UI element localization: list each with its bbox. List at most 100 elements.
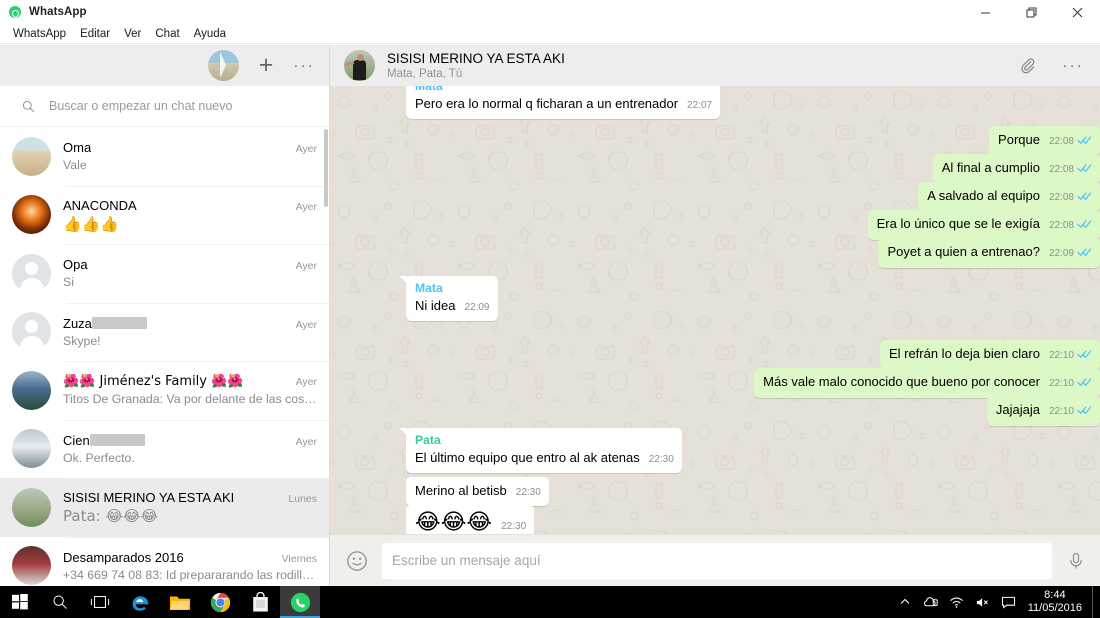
message-text: Al final a cumplio — [941, 160, 1040, 175]
minimize-button[interactable] — [962, 0, 1008, 24]
chat-list-scrollbar[interactable] — [324, 129, 328, 207]
outgoing-message-bubble[interactable]: A salvado al equipo 22:08 — [918, 182, 1100, 212]
message-meta: 22:09 — [464, 299, 489, 316]
menu-item-editar[interactable]: Editar — [73, 26, 117, 42]
profile-avatar[interactable] — [207, 50, 239, 81]
chat-item-time: Ayer — [295, 200, 317, 213]
message-list: Mata Pero era lo normal q ficharan a un e… — [330, 86, 1100, 534]
chat-list-item[interactable]: Opa Ayer Si — [0, 244, 329, 303]
read-receipt-double-check-icon — [1077, 218, 1092, 235]
menu-item-ver[interactable]: Ver — [117, 26, 148, 42]
message-timestamp: 22:10 — [1048, 350, 1074, 361]
message-meta: 22:30 — [649, 451, 674, 468]
message-timestamp: 22:09 — [464, 302, 490, 313]
chat-list-item[interactable]: Oma Ayer Vale — [0, 127, 329, 186]
chevron-up-icon[interactable] — [892, 586, 918, 618]
microphone-icon[interactable] — [1066, 551, 1086, 571]
message-input-wrapper[interactable] — [382, 542, 1052, 579]
chat-list-item[interactable]: Desamparados 2016 Viernes +34 669 74 08 83… — [0, 536, 329, 587]
app-body: + ··· Oma Ayer Vale ANACONDA Ayer 👍👍👍 Opa Ayer S… — [0, 45, 1100, 586]
chat-item-preview: Titos De Granada: Va por delante de las … — [63, 392, 317, 407]
conversation-menu-button[interactable]: ··· — [1062, 57, 1084, 74]
outgoing-message-bubble[interactable]: El refrán lo deja bien claro 22:10 — [879, 340, 1100, 370]
avatar — [12, 253, 51, 293]
outgoing-message-bubble[interactable]: Al final a cumplio 22:08 — [932, 154, 1100, 184]
avatar — [12, 429, 51, 469]
incoming-message-bubble[interactable]: Merino al betisb 22:30 — [406, 477, 549, 506]
incoming-message-bubble[interactable]: 😂😂😂 22:30 — [406, 505, 535, 534]
smiley-icon[interactable] — [346, 550, 368, 572]
menu-item-whatsapp[interactable]: WhatsApp — [6, 26, 73, 42]
message-timestamp: 22:08 — [1048, 136, 1074, 147]
file-explorer-icon[interactable] — [160, 586, 200, 618]
show-desktop-button[interactable] — [1092, 586, 1098, 618]
store-icon[interactable] — [240, 586, 280, 618]
outgoing-message-bubble[interactable]: Más vale malo conocido que bueno por con… — [754, 368, 1100, 398]
window-title: WhatsApp — [29, 6, 87, 18]
paperclip-icon[interactable] — [1019, 57, 1036, 74]
taskbar-clock[interactable]: 8:44 11/05/2016 — [1022, 589, 1092, 615]
message-meta: 22:09 — [1049, 245, 1092, 263]
search-bar — [0, 86, 329, 127]
message-area[interactable]: Mata Pero era lo normal q ficharan a un e… — [330, 86, 1100, 534]
start-icon[interactable] — [0, 586, 40, 618]
incoming-message-bubble[interactable]: Mata Pero era lo normal q ficharan a un e… — [406, 86, 721, 119]
outgoing-message-bubble[interactable]: Porque 22:08 — [989, 126, 1100, 156]
chat-item-name: Cien — [63, 433, 145, 448]
chrome-icon[interactable] — [200, 586, 240, 618]
message-meta: 22:10 — [1049, 403, 1092, 421]
whatsapp-icon[interactable] — [280, 586, 320, 618]
search-input[interactable] — [49, 99, 307, 113]
edge-icon[interactable] — [120, 586, 160, 618]
message-timestamp: 22:08 — [1048, 220, 1074, 231]
chat-item-name: Oma — [63, 140, 92, 156]
system-tray: 8:44 11/05/2016 — [892, 586, 1100, 618]
sidebar-menu-button[interactable]: ··· — [293, 57, 315, 74]
onedrive-icon[interactable] — [918, 586, 944, 618]
conversation-header: SISISI MERINO YA ESTA AKI Mata, Pata, Tú… — [330, 45, 1100, 86]
message-text: El último equipo que entro al ak atenas — [415, 450, 640, 465]
menu-item-ayuda[interactable]: Ayuda — [187, 26, 233, 42]
incoming-message-bubble[interactable]: Pata El último equipo que entro al ak ate… — [399, 428, 682, 473]
message-text: 😂😂😂 — [415, 510, 493, 534]
read-receipt-double-check-icon — [1077, 376, 1092, 393]
message-sender-name: Pata — [415, 433, 441, 447]
taskbar-search-icon[interactable] — [40, 586, 80, 618]
message-input[interactable] — [392, 553, 1042, 568]
message-text: Más vale malo conocido que bueno por con… — [763, 374, 1040, 389]
chat-list-item[interactable]: Cien Ayer Ok. Perfecto. — [0, 419, 329, 479]
chat-list[interactable]: Oma Ayer Vale ANACONDA Ayer 👍👍👍 Opa Ayer Si Zuza A… — [0, 127, 329, 586]
conversation-title: SISISI MERINO YA ESTA AKI — [387, 51, 565, 66]
conversation-participants: Mata, Pata, Tú — [387, 68, 463, 80]
chat-list-item[interactable]: 🌺🌺 Jiménez's Family 🌺🌺 Ayer Titos De Grana… — [0, 361, 329, 420]
wifi-icon[interactable] — [944, 586, 970, 618]
windows-taskbar: 8:44 11/05/2016 — [0, 586, 1100, 618]
read-receipt-double-check-icon — [1077, 348, 1092, 365]
message-text: Pero era lo normal q ficharan a un entre… — [415, 96, 679, 111]
menu-item-chat[interactable]: Chat — [148, 26, 186, 42]
menu-bar: WhatsApp Editar Ver Chat Ayuda — [0, 24, 1100, 44]
conversation-avatar[interactable] — [344, 50, 375, 81]
message-meta: 22:10 — [1049, 347, 1092, 365]
chat-item-preview: Pata: 😂😂😂 — [63, 508, 159, 525]
chat-list-item[interactable]: SISISI MERINO YA ESTA AKI Lunes Pata: 😂😂😂 — [0, 478, 329, 537]
title-bar: WhatsApp — [0, 0, 1100, 24]
message-text: Era lo único que se le exigía — [876, 216, 1040, 231]
action-center-icon[interactable] — [996, 586, 1022, 618]
chat-list-item[interactable]: Zuza Ayer Skype! — [0, 302, 329, 362]
task-view-icon[interactable] — [80, 586, 120, 618]
outgoing-message-bubble[interactable]: Poyet a quien a entrenao? 22:09 — [878, 238, 1100, 268]
restore-button[interactable] — [1008, 0, 1054, 24]
chat-list-item[interactable]: ANACONDA Ayer 👍👍👍 — [0, 185, 329, 245]
outgoing-message-bubble[interactable]: Era lo único que se le exigía 22:08 — [867, 210, 1100, 240]
chat-item-time: Ayer — [295, 318, 317, 331]
close-button[interactable] — [1054, 0, 1100, 24]
outgoing-message-bubble[interactable]: Jajajaja 22:10 — [986, 396, 1100, 426]
volume-muted-icon[interactable] — [970, 586, 996, 618]
chat-item-preview: Vale — [63, 158, 87, 173]
message-meta: 22:07 — [687, 97, 712, 114]
new-chat-button[interactable]: + — [259, 53, 274, 78]
chat-item-time: Ayer — [295, 435, 317, 448]
message-timestamp: 22:30 — [515, 487, 541, 498]
incoming-message-bubble[interactable]: Mata Ni idea 22:09 — [399, 276, 498, 321]
